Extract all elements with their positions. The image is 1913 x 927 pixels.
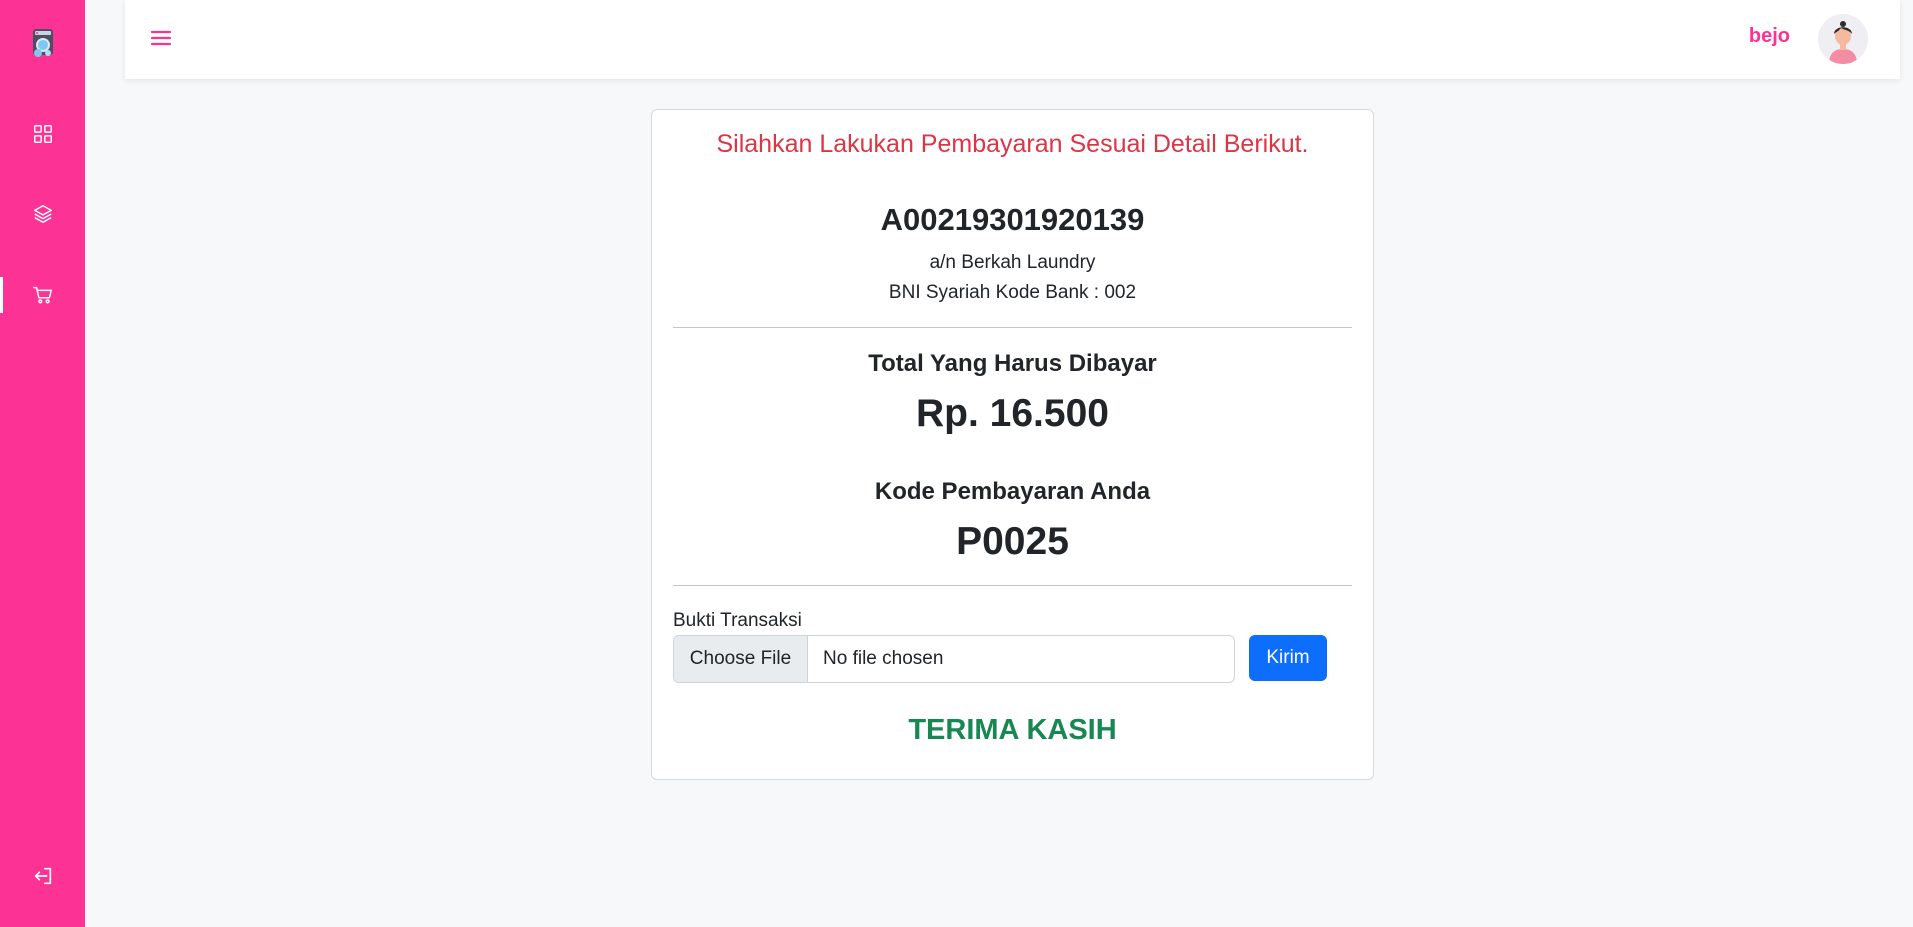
sidebar (0, 0, 85, 927)
user-avatar-icon[interactable] (1818, 14, 1868, 64)
username-label[interactable]: bejo (1749, 25, 1790, 48)
thank-you-message: TERIMA KASIH (908, 714, 1117, 746)
choose-file-button[interactable]: Choose File (674, 636, 808, 682)
sidebar-item-cart[interactable] (0, 273, 85, 317)
transaction-proof-file-input[interactable]: Choose File No file chosen (673, 635, 1235, 683)
upload-label: Bukti Transaksi (673, 610, 802, 631)
laundry-logo-icon[interactable] (27, 26, 59, 58)
payment-card: Silahkan Lakukan Pembayaran Sesuai Detai… (651, 109, 1374, 780)
bank-info: BNI Syariah Kode Bank : 002 (888, 282, 1137, 303)
sidebar-item-layers[interactable] (0, 192, 85, 236)
sidebar-item-logout[interactable] (0, 854, 85, 898)
layers-icon (33, 205, 52, 223)
hamburger-menu-icon[interactable] (149, 26, 173, 50)
total-label: Total Yang Harus Dibayar (868, 350, 1157, 377)
top-navbar: bejo (125, 0, 1900, 79)
payment-headline: Silahkan Lakukan Pembayaran Sesuai Detai… (716, 130, 1309, 158)
divider (673, 327, 1352, 328)
cart-icon (32, 286, 52, 304)
account-holder: a/n Berkah Laundry (929, 252, 1096, 273)
submit-button[interactable]: Kirim (1249, 635, 1327, 681)
grid-icon (33, 125, 52, 143)
file-status-text: No file chosen (823, 648, 944, 669)
payment-code-label: Kode Pembayaran Anda (874, 478, 1151, 505)
divider (673, 585, 1352, 586)
account-number: A00219301920139 (880, 202, 1145, 237)
sidebar-item-dashboard[interactable] (0, 112, 85, 156)
logout-icon (34, 867, 51, 885)
payment-code: P0025 (956, 520, 1069, 563)
total-amount: Rp. 16.500 (916, 392, 1109, 435)
